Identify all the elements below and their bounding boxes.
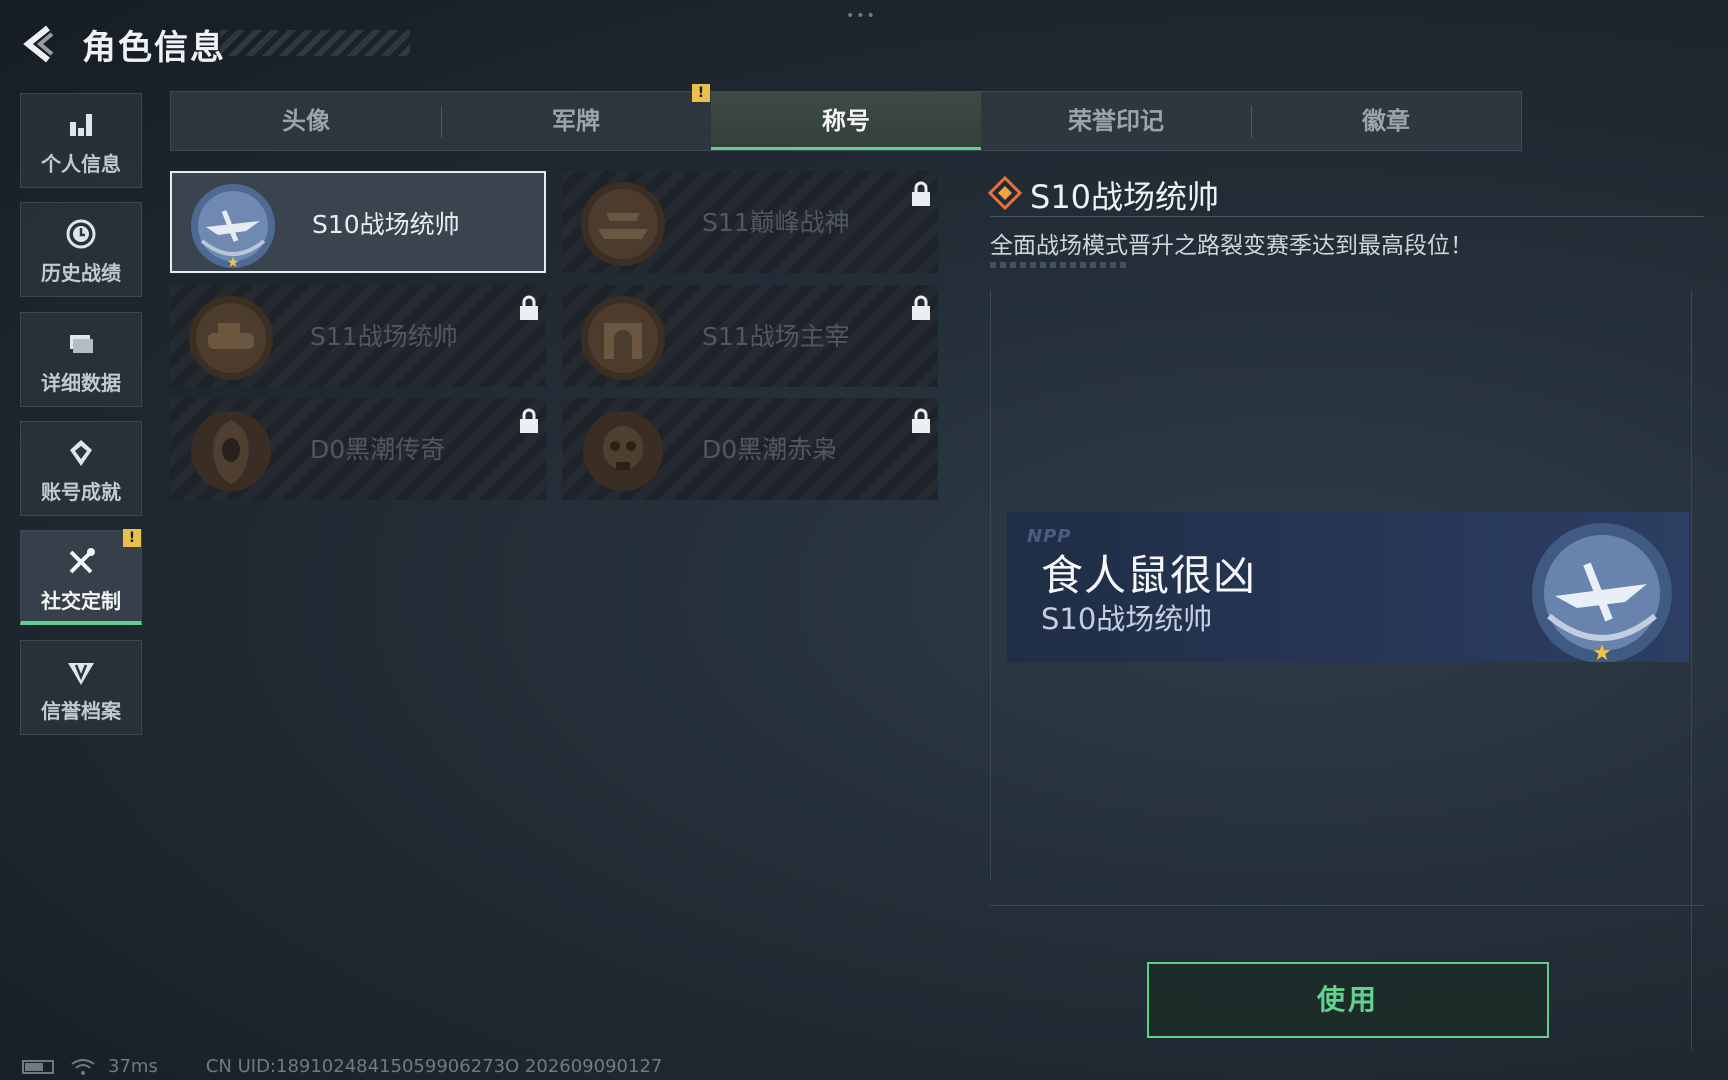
folder-icon (70, 335, 93, 353)
page-title: 角色信息 (82, 28, 226, 68)
lock-icon (912, 295, 930, 320)
hovercraft-medal-icon (581, 182, 665, 266)
tab-bar: 头像 军牌 称号 荣誉印记 徽章 (170, 91, 1522, 151)
lock-icon (520, 408, 538, 433)
title-card-name: S11战场统帅 (310, 322, 458, 351)
sidebar-item-label: 个人信息 (41, 152, 121, 176)
tab-title[interactable]: 称号 (711, 92, 981, 150)
sidebar-item-label: 社交定制 (41, 589, 121, 613)
sidebar-item-label: 信誉档案 (41, 699, 121, 723)
shield-wing-icon (68, 663, 94, 685)
title-card-name: D0黑潮传奇 (310, 435, 446, 464)
arch-medal-icon (581, 296, 665, 380)
sidebar-item-history[interactable]: 历史战绩 (20, 202, 142, 297)
aircraft-medal-icon: ★ (191, 184, 275, 271)
title-card-s10-commander[interactable]: ★ S10战场统帅 (170, 171, 546, 273)
name-card-preview: NPP 食人鼠很凶 S10战场统帅 ★ (1007, 512, 1689, 662)
more-dots-icon: ••• (846, 8, 877, 24)
battery-icon (22, 1059, 54, 1074)
sidebar-item-achievements[interactable]: 账号成就 (20, 421, 142, 516)
title-card-d0-legend[interactable]: D0黑潮传奇 (170, 398, 546, 500)
svg-text:★: ★ (1592, 641, 1612, 662)
title-card-name: S10战场统帅 (312, 210, 460, 239)
sidebar-item-label: 账号成就 (41, 480, 121, 504)
tank-medal-icon (189, 296, 273, 380)
frame-line (990, 905, 1704, 906)
title-decoration (220, 30, 410, 56)
tab-honor-mark[interactable]: 荣誉印记 (981, 92, 1251, 150)
title-card-s11-dominator[interactable]: S11战场主宰 (562, 285, 938, 387)
player-name: 食人鼠很凶 (1041, 551, 1257, 600)
detail-decoration (990, 262, 1126, 268)
sidebar-item-personal-info[interactable]: 个人信息 (20, 93, 142, 188)
wrench-screwdriver-icon (69, 548, 95, 574)
status-bar: 37ms CN UID:18910248415059906273O 202609… (22, 1056, 662, 1077)
alert-badge: ! (123, 529, 141, 547)
title-card-s11-war-god[interactable]: S11巅峰战神 (562, 171, 938, 273)
detail-title: S10战场统帅 (1030, 178, 1220, 216)
title-card-s11-commander[interactable]: S11战场统帅 (170, 285, 546, 387)
divider (990, 216, 1704, 217)
aircraft-medal-icon: ★ (1532, 523, 1672, 662)
use-button[interactable]: 使用 (1147, 962, 1549, 1038)
sidebar-item-detailed-data[interactable]: 详细数据 (20, 312, 142, 407)
name-card-title: S10战场统帅 (1041, 602, 1213, 636)
title-card-name: S11战场主宰 (702, 322, 850, 351)
title-card-d0-red-owl[interactable]: D0黑潮赤枭 (562, 398, 938, 500)
sidebar-item-label: 历史战绩 (41, 261, 121, 285)
tab-dog-tag[interactable]: 军牌 (441, 92, 711, 150)
svg-text:★: ★ (227, 255, 240, 271)
sidebar-item-label: 详细数据 (41, 371, 121, 395)
frame-line (990, 290, 991, 880)
hooded-figure-medal-icon (191, 411, 271, 491)
bar-chart-icon (70, 114, 92, 136)
clock-icon (66, 219, 96, 249)
achievement-icon (70, 440, 92, 466)
wifi-icon (71, 1058, 95, 1075)
title-card-name: D0黑潮赤枭 (702, 435, 838, 464)
skull-medal-icon (583, 411, 663, 491)
alert-badge: ! (692, 84, 710, 102)
diamond-rank-icon (988, 176, 1022, 210)
lock-icon (912, 408, 930, 433)
back-arrow-icon[interactable] (18, 22, 62, 66)
user-uid: CN UID:18910248415059906273O 20260909012… (205, 1056, 663, 1077)
tab-badge[interactable]: 徽章 (1251, 92, 1521, 150)
title-card-name: S11巅峰战神 (702, 208, 850, 237)
ping-value: 37ms (108, 1056, 158, 1077)
sidebar-item-reputation[interactable]: 信誉档案 (20, 640, 142, 735)
lock-icon (520, 295, 538, 320)
frame-line (1691, 290, 1692, 1050)
tab-avatar[interactable]: 头像 (171, 92, 441, 150)
detail-description: 全面战场模式晋升之路裂变赛季达到最高段位！ (990, 233, 1473, 259)
lock-icon (912, 181, 930, 206)
